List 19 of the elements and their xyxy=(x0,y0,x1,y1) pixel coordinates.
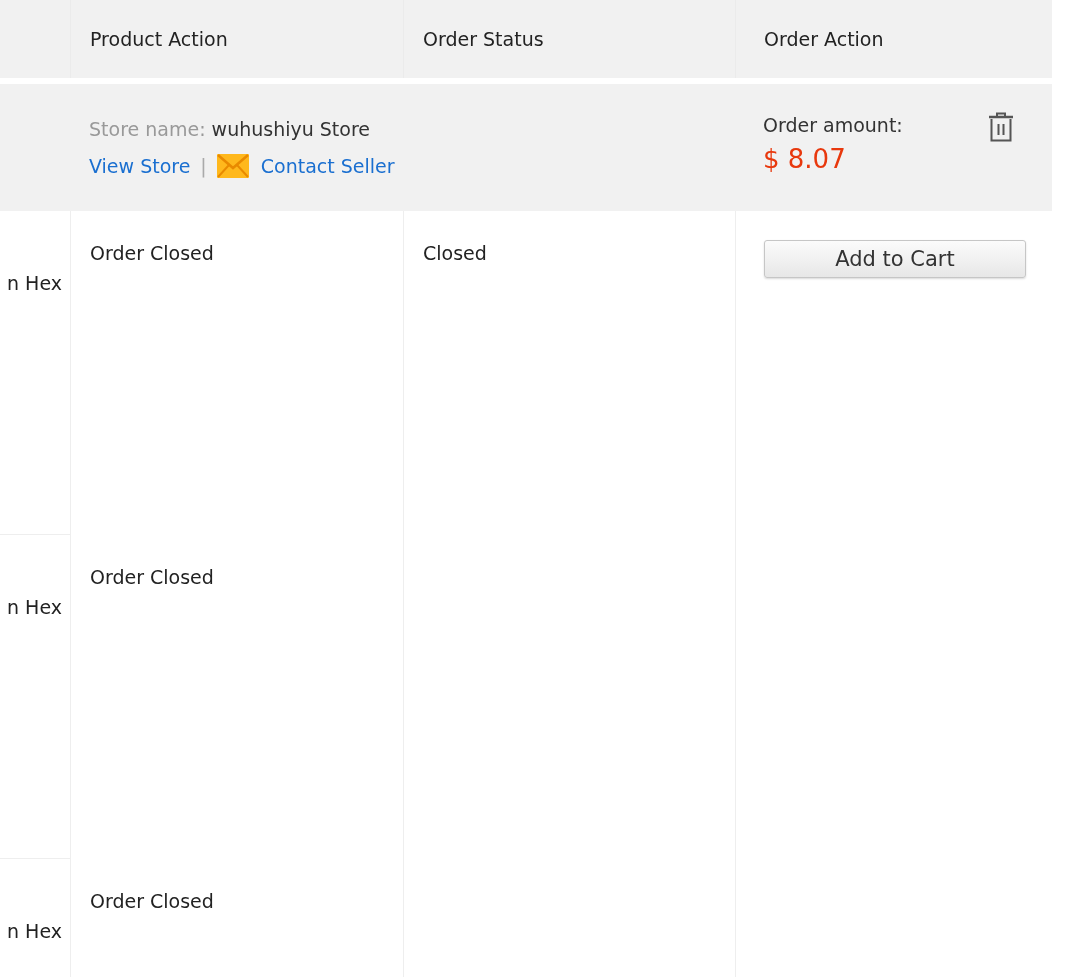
add-to-cart-button[interactable]: Add to Cart xyxy=(764,240,1026,278)
store-name-text: Store name: wuhushiyu Store xyxy=(89,117,372,142)
product-name-cell-text: n Hex xyxy=(7,919,62,944)
product-name-cell-text: n Hex xyxy=(7,271,62,296)
contact-seller-link[interactable]: Contact Seller xyxy=(260,150,395,182)
order-amount: $ 8.07 xyxy=(763,143,847,176)
column-header: Order Action xyxy=(764,28,884,50)
column-header: Order Status xyxy=(423,28,544,50)
product-name-cell-text: n Hex xyxy=(7,595,62,620)
product-action-cell-text: Order Closed xyxy=(90,889,215,914)
envelope-icon xyxy=(216,154,249,178)
link-separator: | xyxy=(200,154,207,180)
product-action-cell-text: Order Closed xyxy=(90,565,215,590)
product-action-cell-text: Order Closed xyxy=(90,241,215,266)
view-store-link[interactable]: View Store xyxy=(89,150,191,182)
order-status-cell-text: Closed xyxy=(423,241,488,266)
trash-icon[interactable] xyxy=(988,112,1014,142)
order-amount-label: Order amount: xyxy=(763,113,903,138)
column-header: Product Action xyxy=(90,28,228,50)
